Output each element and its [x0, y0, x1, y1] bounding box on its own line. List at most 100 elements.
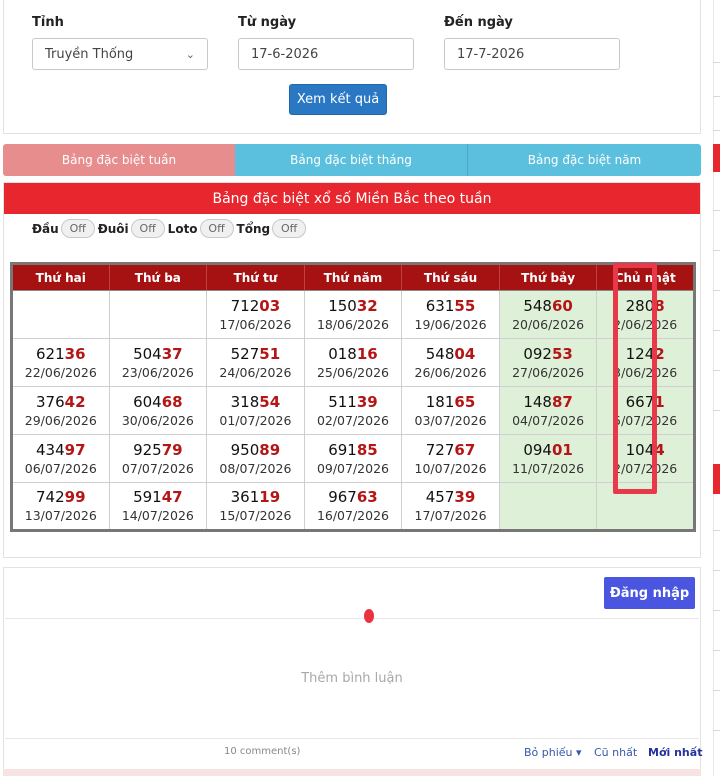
day-header: Chủ nhật	[596, 263, 695, 291]
day-header: Thứ bảy	[498, 263, 598, 291]
result-cell: 09253 27/06/2026	[498, 338, 598, 387]
sidebar-edge-red	[713, 464, 720, 494]
result-number: 45739	[402, 487, 499, 507]
result-number-head: 925	[133, 440, 162, 459]
result-number-tail: 39	[356, 392, 378, 411]
result-cell: 69185 09/07/2026	[303, 434, 403, 483]
result-cell: 01816 25/06/2026	[303, 338, 403, 387]
result-number: 52751	[207, 344, 304, 364]
result-number: 59147	[110, 487, 207, 507]
result-number-tail: 87	[551, 392, 573, 411]
result-number: 37642	[13, 392, 109, 412]
result-cell: 15032 18/06/2026	[303, 290, 403, 339]
result-number-tail: 89	[259, 440, 281, 459]
view-results-button[interactable]: Xem kết quả	[289, 84, 387, 115]
result-date: 26/06/2026	[414, 364, 487, 380]
result-cell: 1242 3/06/2026	[596, 338, 695, 387]
result-number-tail: 42	[64, 392, 86, 411]
to-date-input[interactable]: 17-7-2026	[444, 38, 620, 70]
result-date: 2/06/2026	[613, 316, 678, 332]
result-cell	[11, 290, 110, 339]
table-body: 71203 17/06/2026 15032 18/06/2026 63155 19/06…	[11, 290, 695, 531]
tab-weekly[interactable]: Bảng đặc biệt tuần	[3, 144, 235, 176]
result-date: 24/06/2026	[219, 364, 292, 380]
result-cell: 1044 2/07/2026	[596, 434, 695, 483]
result-number-tail: 1	[654, 392, 665, 411]
sort-newest-link[interactable]: Mới nhất	[648, 746, 702, 759]
result-number-head: 434	[36, 440, 65, 459]
result-number-head: 548	[523, 296, 552, 315]
sidebar-edge	[713, 0, 714, 776]
result-number: 69185	[305, 440, 402, 460]
comment-input[interactable]: Thêm bình luận	[5, 618, 699, 739]
sidebar-edge-line	[713, 730, 720, 731]
result-number-tail: 51	[259, 344, 281, 363]
result-number-head: 727	[425, 440, 455, 459]
result-number: 63155	[402, 296, 499, 316]
result-number: 72767	[402, 440, 499, 460]
result-cell: 96763 16/07/2026	[303, 482, 403, 531]
result-number-head: 667	[625, 392, 655, 411]
province-value: Truyền Thống	[45, 46, 134, 62]
result-number-head: 511	[328, 392, 357, 411]
result-number: 36119	[207, 487, 304, 507]
province-select[interactable]: Truyền Thống ⌄	[32, 38, 208, 70]
toggle-dau[interactable]: Off	[60, 219, 95, 238]
sort-oldest-link[interactable]: Cũ nhất	[594, 746, 637, 759]
result-number-head: 318	[230, 392, 260, 411]
result-number: 09401	[500, 440, 597, 460]
result-number-head: 950	[230, 440, 260, 459]
toggle-tong[interactable]: Off	[272, 219, 307, 238]
comment-count: 10 comment(s)	[224, 746, 301, 757]
result-number-tail: 53	[551, 344, 573, 363]
day-header: Thứ ba	[108, 263, 208, 291]
result-number-head: 148	[523, 392, 552, 411]
result-date: 27/06/2026	[512, 364, 585, 380]
toggle-loto[interactable]: Off	[199, 219, 234, 238]
result-number-head: 691	[328, 440, 357, 459]
result-cell: 14887 04/07/2026	[498, 386, 598, 435]
table-row: 43497 06/07/2026 92579 07/07/2026 95089 08/07…	[11, 434, 695, 483]
result-number-head: 621	[36, 344, 65, 363]
page: Tỉnh Truyền Thống ⌄ Từ ngày 17-6-2026 Đế…	[0, 0, 720, 776]
result-number: 62136	[13, 344, 109, 364]
results-title: Bảng đặc biệt xổ số Miền Bắc theo tuần	[4, 183, 700, 214]
result-number-tail: 54	[259, 392, 281, 411]
result-number-tail: 16	[356, 344, 378, 363]
sidebar-edge-line	[713, 250, 720, 251]
result-date: 5/07/2026	[613, 412, 678, 428]
result-number-head: 604	[133, 392, 162, 411]
from-date-input[interactable]: 17-6-2026	[238, 38, 414, 70]
result-date: 16/07/2026	[316, 508, 389, 523]
result-number-tail: 99	[64, 488, 86, 506]
result-date: 18/06/2026	[316, 316, 389, 332]
result-cell	[108, 290, 208, 339]
sidebar-edge-line	[713, 690, 720, 691]
result-date: 17/06/2026	[219, 316, 292, 332]
result-number-tail: 04	[454, 344, 476, 363]
login-button[interactable]: Đăng nhập	[604, 577, 695, 609]
result-number-head: 548	[425, 344, 455, 363]
result-cell	[498, 482, 598, 531]
result-number-tail: 01	[551, 440, 573, 459]
red-dot-marker	[364, 609, 374, 623]
result-number: 60468	[110, 392, 207, 412]
sidebar-edge-line	[713, 370, 720, 371]
tab-monthly[interactable]: Bảng đặc biệt tháng	[235, 144, 468, 176]
result-date: 25/06/2026	[316, 364, 389, 380]
table-row: 74299 13/07/2026 59147 14/07/2026 36119 15/07…	[11, 482, 695, 531]
result-number-tail: 55	[454, 296, 476, 315]
sidebar-edge-line	[713, 210, 720, 211]
result-number-head: 181	[425, 392, 455, 411]
toggle-duoi[interactable]: Off	[130, 219, 165, 238]
result-number: 54804	[402, 344, 499, 364]
sort-vote-link[interactable]: Bỏ phiếu ▾	[524, 746, 582, 759]
result-number-tail: 68	[161, 392, 183, 411]
result-date: 23/06/2026	[121, 364, 194, 380]
result-cell: 74299 13/07/2026	[11, 482, 110, 531]
result-number: 14887	[500, 392, 597, 412]
result-cell: 6671 5/07/2026	[596, 386, 695, 435]
result-number-head: 712	[230, 296, 260, 315]
result-number-head: 018	[328, 344, 357, 363]
tab-yearly[interactable]: Bảng đặc biệt năm	[468, 144, 701, 176]
